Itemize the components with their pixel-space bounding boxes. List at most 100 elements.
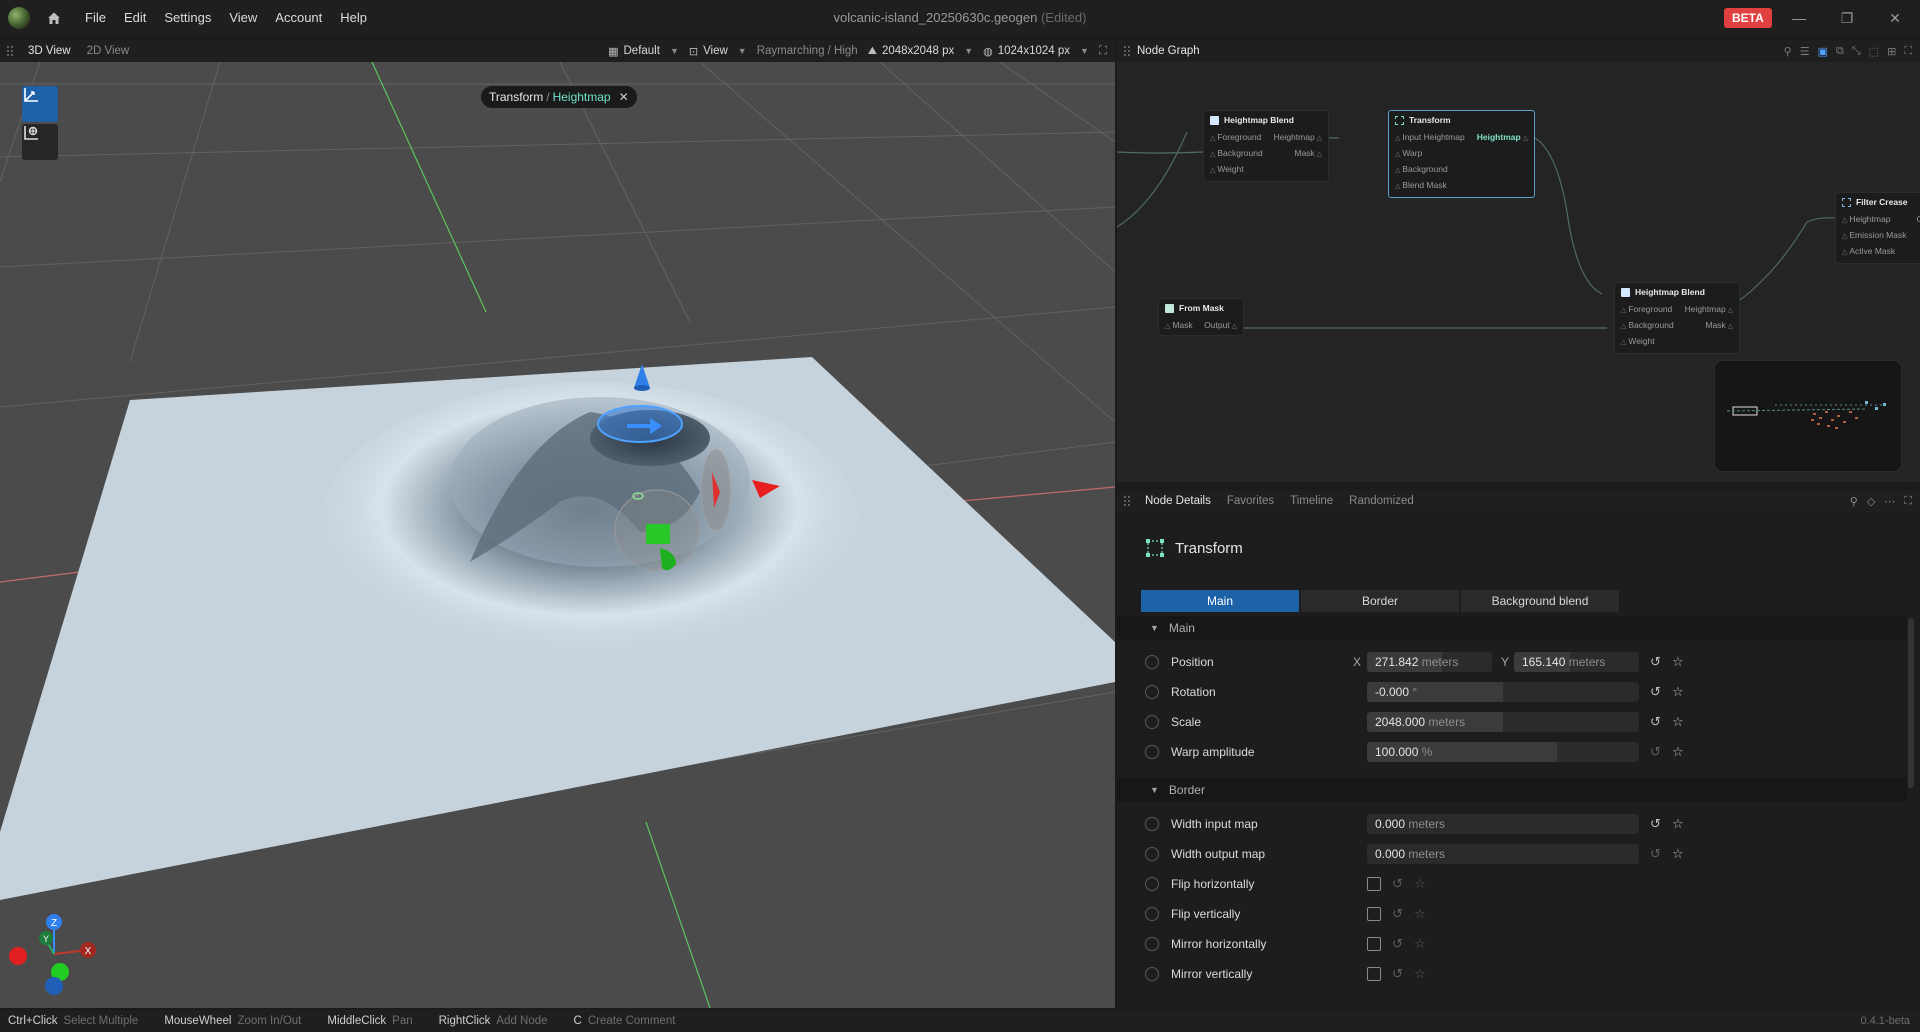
port-output[interactable]: Mask	[1705, 320, 1733, 330]
favorite-star-icon[interactable]: ☆	[1414, 876, 1426, 892]
flip-vertically-checkbox[interactable]	[1367, 907, 1381, 921]
reset-icon[interactable]: ↺	[1650, 816, 1661, 832]
expose-radio[interactable]	[1145, 847, 1159, 861]
port-input[interactable]: Background	[1621, 320, 1673, 330]
width-input-map-field[interactable]: 0.000 meters	[1367, 814, 1639, 834]
favorite-star-icon[interactable]: ☆	[1672, 654, 1684, 670]
tab-timeline[interactable]: Timeline	[1282, 495, 1341, 507]
expose-radio[interactable]	[1145, 655, 1159, 669]
close-icon[interactable]: ✕	[619, 90, 629, 104]
position-y-input[interactable]: 165.140 meters	[1514, 652, 1639, 672]
search-icon[interactable]: ⚲	[1850, 495, 1858, 508]
menu-edit[interactable]: Edit	[115, 0, 155, 36]
mirror-horizontally-checkbox[interactable]	[1367, 937, 1381, 951]
graph-minimap[interactable]	[1714, 360, 1902, 472]
favorite-star-icon[interactable]: ☆	[1672, 714, 1684, 730]
expose-radio[interactable]	[1145, 937, 1159, 951]
expose-radio[interactable]	[1145, 967, 1159, 981]
details-scrollbar[interactable]	[1908, 604, 1914, 994]
reset-icon[interactable]: ↺	[1392, 966, 1403, 982]
breadcrumb-node[interactable]: Transform	[489, 90, 543, 104]
port-output[interactable]: Heightmap	[1685, 304, 1733, 314]
minimize-button[interactable]: —	[1776, 0, 1822, 36]
drag-grip-icon[interactable]	[1123, 45, 1131, 57]
fullscreen-button[interactable]: ⛶	[1099, 45, 1107, 58]
favorite-star-icon[interactable]: ☆	[1414, 906, 1426, 922]
tab-border[interactable]: Border	[1301, 590, 1459, 612]
favorite-star-icon[interactable]: ☆	[1672, 816, 1684, 832]
collapse-icon[interactable]: ⤡	[1852, 45, 1861, 58]
screenshot-icon[interactable]: ⊞	[1887, 45, 1896, 58]
reset-icon[interactable]: ↺	[1650, 714, 1661, 730]
reset-icon[interactable]: ↺	[1650, 654, 1661, 670]
flip-horizontally-checkbox[interactable]	[1367, 877, 1381, 891]
scrollbar-thumb[interactable]	[1908, 618, 1914, 788]
port-input[interactable]: Weight	[1210, 164, 1243, 174]
favorite-star-icon[interactable]: ☆	[1414, 966, 1426, 982]
breadcrumb-port[interactable]: Heightmap	[553, 90, 611, 104]
port-output[interactable]: Mask	[1294, 148, 1322, 158]
port-output[interactable]: Ou	[1917, 214, 1920, 224]
tab-main[interactable]: Main	[1141, 590, 1299, 612]
preset-dropdown[interactable]: ▦ Default ▼	[608, 45, 679, 58]
resolution-dropdown-a[interactable]: ⛰ 2048x2048 px ▼	[868, 45, 973, 58]
3d-viewport[interactable]: Z Y X Transform / Heightmap ✕	[0, 62, 1115, 1008]
axis-tool-button[interactable]	[22, 86, 58, 122]
reset-icon[interactable]: ↺	[1392, 936, 1403, 952]
layout-icon[interactable]: ⧉	[1836, 45, 1844, 58]
search-icon[interactable]: ⚲	[1784, 45, 1792, 58]
favorite-star-icon[interactable]: ☆	[1414, 936, 1426, 952]
resolution-dropdown-b[interactable]: ◍ 1024x1024 px ▼	[983, 45, 1089, 58]
section-border-header[interactable]: ▼ Border	[1117, 778, 1907, 802]
port-output[interactable]: Heightmap	[1274, 132, 1322, 142]
port-input[interactable]: Warp	[1395, 148, 1422, 158]
tab-3d-view[interactable]: 3D View	[20, 40, 79, 62]
expose-radio[interactable]	[1145, 907, 1159, 921]
grid-view-icon[interactable]: ▣	[1818, 45, 1828, 58]
port-input[interactable]: Foreground	[1621, 304, 1672, 314]
favorite-star-icon[interactable]: ☆	[1672, 846, 1684, 862]
expose-radio[interactable]	[1145, 715, 1159, 729]
tab-favorites[interactable]: Favorites	[1219, 495, 1282, 507]
port-output[interactable]: Output	[1204, 320, 1237, 330]
tab-node-details[interactable]: Node Details	[1137, 495, 1219, 507]
node-heightmap-blend-1[interactable]: Heightmap Blend Foreground Heightmap Back…	[1203, 110, 1329, 182]
width-output-map-field[interactable]: 0.000 meters	[1367, 844, 1639, 864]
render-mode-dropdown[interactable]: Raymarching / High	[757, 45, 858, 57]
reset-icon[interactable]: ↺	[1650, 684, 1661, 700]
node-transform[interactable]: Transform Input HeightmapHeightmap Warp …	[1388, 110, 1535, 198]
mirror-vertically-checkbox[interactable]	[1367, 967, 1381, 981]
expose-radio[interactable]	[1145, 685, 1159, 699]
port-input[interactable]: Active Mask	[1842, 246, 1895, 256]
drag-grip-icon[interactable]	[1123, 495, 1131, 507]
port-input[interactable]: Foreground	[1210, 132, 1261, 142]
rotation-slider[interactable]: -0.000 °	[1367, 682, 1639, 702]
port-input[interactable]: Background	[1210, 148, 1262, 158]
list-icon[interactable]: ☰	[1800, 45, 1810, 58]
expose-radio[interactable]	[1145, 817, 1159, 831]
fullscreen-icon[interactable]: ⛶	[1904, 45, 1912, 58]
fit-view-icon[interactable]: ⬚	[1869, 45, 1879, 58]
port-input[interactable]: Blend Mask	[1395, 180, 1446, 190]
port-input[interactable]: Emission Mask	[1842, 230, 1906, 240]
port-input[interactable]: Mask	[1165, 320, 1192, 330]
maximize-button[interactable]: ❐	[1824, 0, 1870, 36]
tab-background-blend[interactable]: Background blend	[1461, 590, 1619, 612]
node-from-mask[interactable]: From Mask Mask Output	[1158, 298, 1244, 336]
reset-icon[interactable]: ↺	[1650, 744, 1661, 760]
node-filter-crease[interactable]: Filter Crease HeightmapOu Emission Mask …	[1835, 192, 1920, 264]
reset-icon[interactable]: ↺	[1650, 846, 1661, 862]
close-button[interactable]: ✕	[1872, 0, 1918, 36]
favorite-star-icon[interactable]: ☆	[1672, 744, 1684, 760]
home-button[interactable]	[40, 4, 68, 32]
port-input[interactable]: Input Heightmap	[1395, 132, 1464, 142]
reset-icon[interactable]: ↺	[1392, 906, 1403, 922]
expose-radio[interactable]	[1145, 745, 1159, 759]
tab-randomized[interactable]: Randomized	[1341, 495, 1422, 507]
scale-slider[interactable]: 2048.000 meters	[1367, 712, 1639, 732]
port-input[interactable]: Heightmap	[1842, 214, 1890, 224]
menu-settings[interactable]: Settings	[155, 0, 220, 36]
section-main-header[interactable]: ▼ Main	[1117, 616, 1907, 640]
favorite-star-icon[interactable]: ☆	[1672, 684, 1684, 700]
port-input[interactable]: Background	[1395, 164, 1447, 174]
